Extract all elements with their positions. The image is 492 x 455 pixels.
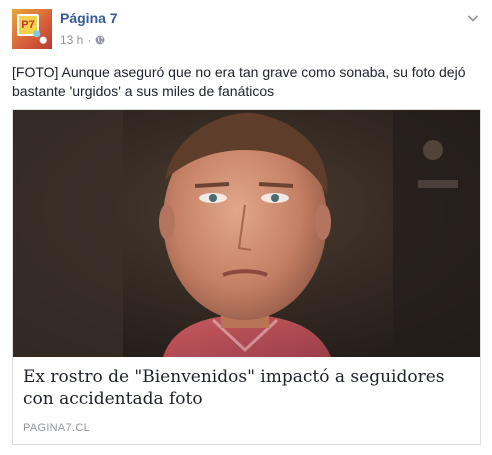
chevron-down-icon[interactable]: [466, 11, 480, 25]
link-domain: PAGINA7.CL: [23, 422, 90, 434]
link-preview-card[interactable]: Ex rostro de "Bienvenidos" impactó a seg…: [12, 109, 481, 445]
post-timestamp[interactable]: 13 h: [60, 33, 83, 47]
post-meta: 13 h ·: [60, 33, 105, 47]
link-preview-image[interactable]: [13, 110, 480, 357]
globe-icon[interactable]: [95, 35, 105, 45]
meta-separator: ·: [87, 33, 92, 47]
post-header: P7 Página 7 13 h ·: [12, 9, 482, 51]
link-title[interactable]: Ex rostro de "Bienvenidos" impactó a seg…: [23, 366, 473, 410]
post-message: [FOTO] Aunque aseguró que no era tan gra…: [12, 64, 466, 99]
feed-post: P7 Página 7 13 h · [FOTO] Aunque aseguró…: [0, 0, 492, 455]
portrait-photo: [13, 110, 480, 357]
avatar-decoration: [32, 29, 48, 45]
page-name-link[interactable]: Página 7: [60, 10, 118, 26]
page-avatar[interactable]: P7: [12, 9, 52, 49]
